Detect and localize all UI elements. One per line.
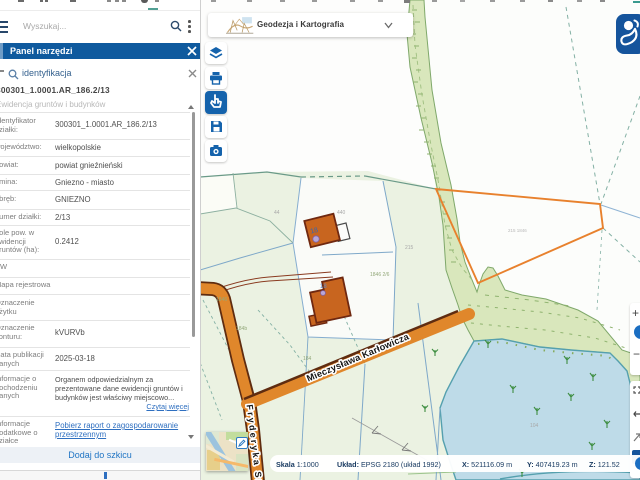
svg-text:184: 184 — [303, 356, 312, 362]
svg-text:440: 440 — [337, 210, 346, 216]
svg-text:18: 18 — [320, 284, 327, 290]
svg-text:184b: 184b — [236, 326, 247, 332]
svg-text:215 1846: 215 1846 — [508, 228, 527, 233]
svg-text:44: 44 — [274, 210, 280, 216]
svg-text:1846 2/6: 1846 2/6 — [370, 272, 390, 278]
svg-text:1846: 1846 — [216, 297, 227, 303]
svg-text:104: 104 — [530, 423, 539, 429]
svg-text:215: 215 — [405, 245, 414, 251]
